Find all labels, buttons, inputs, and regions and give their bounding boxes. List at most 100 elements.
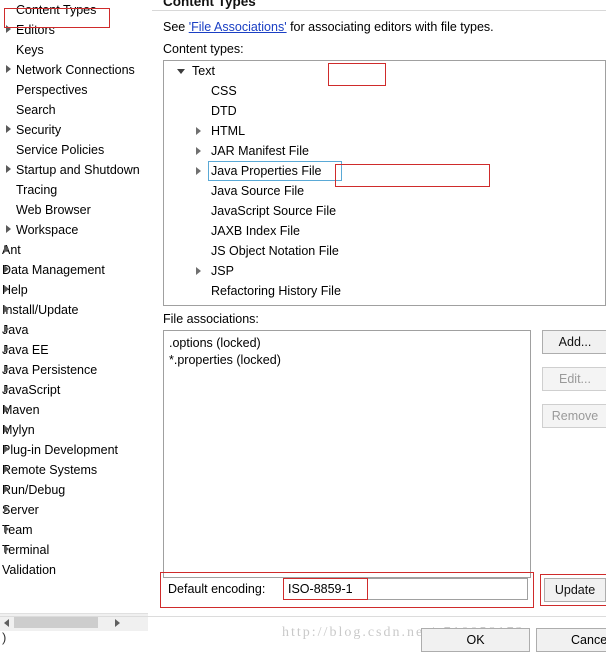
file-associations-label: File associations: <box>163 312 259 326</box>
chevron-right-icon[interactable] <box>4 385 9 393</box>
content-types-tree[interactable]: Text CSS DTD HTML JAR Manifest File Java Prop… <box>163 60 606 306</box>
scroll-left-arrow-icon[interactable] <box>4 619 9 627</box>
sidebar-item-validation[interactable]: Validation <box>0 560 148 580</box>
content-type-row[interactable]: JavaScript Source File <box>164 201 605 221</box>
chevron-right-icon[interactable] <box>196 167 201 175</box>
chevron-right-icon[interactable] <box>196 147 201 155</box>
chevron-right-icon[interactable] <box>4 265 9 273</box>
chevron-right-icon[interactable] <box>6 65 11 73</box>
content-type-label: Text <box>192 64 215 78</box>
content-types-label: Content types: <box>163 42 244 56</box>
sidebar-item-terminal[interactable]: Terminal <box>0 540 148 560</box>
sidebar-item-label: Startup and Shutdown <box>16 163 140 177</box>
sidebar-item-network-connections[interactable]: Network Connections <box>0 60 148 80</box>
sidebar-item-java-persistence[interactable]: Java Persistence <box>0 360 148 380</box>
content-type-row[interactable]: Refactoring History File <box>164 281 605 301</box>
sidebar-item-perspectives[interactable]: Perspectives <box>0 80 148 100</box>
hint-suffix: for associating editors with file types. <box>286 20 494 34</box>
sidebar-item-service-policies[interactable]: Service Policies <box>0 140 148 160</box>
sidebar-item-label: JavaScript <box>2 383 61 397</box>
chevron-down-icon[interactable] <box>177 69 185 74</box>
sidebar-item-java[interactable]: Java <box>0 320 148 340</box>
chevron-right-icon[interactable] <box>4 245 9 253</box>
file-associations-list[interactable]: .options (locked) *.properties (locked) <box>163 330 531 578</box>
content-type-row[interactable]: JAXB Index File <box>164 221 605 241</box>
chevron-right-icon[interactable] <box>6 125 11 133</box>
sidebar-item-javascript[interactable]: JavaScript <box>0 380 148 400</box>
sidebar-item-label: Perspectives <box>16 83 88 97</box>
chevron-right-icon[interactable] <box>4 285 9 293</box>
sidebar-item-java-ee[interactable]: Java EE <box>0 340 148 360</box>
sidebar-item-tracing[interactable]: Tracing <box>0 180 148 200</box>
sidebar-item-label: Keys <box>16 43 44 57</box>
content-type-row[interactable]: Text <box>164 61 605 81</box>
sidebar-item-help[interactable]: Help <box>0 280 148 300</box>
scrollbar-thumb[interactable] <box>14 617 98 628</box>
content-type-row[interactable]: JS Object Notation File <box>164 241 605 261</box>
chevron-right-icon[interactable] <box>4 485 9 493</box>
content-type-label: HTML <box>211 124 246 138</box>
chevron-right-icon[interactable] <box>4 465 9 473</box>
chevron-right-icon[interactable] <box>4 305 9 313</box>
sidebar-item-data-management[interactable]: Data Management <box>0 260 148 280</box>
content-type-row[interactable]: JAR Manifest File <box>164 141 605 161</box>
file-associations-hint: See 'File Associations' for associating … <box>163 20 494 34</box>
sidebar-item-search[interactable]: Search <box>0 100 148 120</box>
chevron-right-icon[interactable] <box>4 505 9 513</box>
chevron-right-icon[interactable] <box>4 445 9 453</box>
sidebar-item-startup-and-shutdown[interactable]: Startup and Shutdown <box>0 160 148 180</box>
chevron-right-icon[interactable] <box>4 325 9 333</box>
content-type-row[interactable]: Java Properties File <box>164 161 605 181</box>
sidebar-item-security[interactable]: Security <box>0 120 148 140</box>
default-encoding-input[interactable] <box>283 578 528 600</box>
chevron-right-icon[interactable] <box>6 225 11 233</box>
ok-button[interactable]: OK <box>421 628 530 652</box>
sidebar-item-label: Search <box>16 103 56 117</box>
sidebar-item-remote-systems[interactable]: Remote Systems <box>0 460 148 480</box>
sidebar-item-label: Plug-in Development <box>2 443 119 457</box>
add-button[interactable]: Add... <box>542 330 606 354</box>
sidebar-item-run-debug[interactable]: Run/Debug <box>0 480 148 500</box>
sidebar-item-mylyn[interactable]: Mylyn <box>0 420 148 440</box>
chevron-right-icon[interactable] <box>4 525 9 533</box>
chevron-right-icon[interactable] <box>6 165 11 173</box>
cancel-button[interactable]: Cancel <box>536 628 606 652</box>
sidebar-item-label: Tracing <box>16 183 58 197</box>
file-association-item[interactable]: .options (locked) <box>169 335 530 352</box>
sidebar-item-install-update[interactable]: Install/Update <box>0 300 148 320</box>
content-type-label: Java Properties File <box>211 164 322 178</box>
content-type-row[interactable]: DTD <box>164 101 605 121</box>
sidebar-item-label: Run/Debug <box>2 483 66 497</box>
scroll-right-arrow-icon[interactable] <box>115 619 120 627</box>
content-type-row[interactable]: HTML <box>164 121 605 141</box>
sidebar-item-plug-in-development[interactable]: Plug-in Development <box>0 440 148 460</box>
chevron-right-icon[interactable] <box>4 365 9 373</box>
sidebar-item-label: Data Management <box>2 263 105 277</box>
content-type-row[interactable]: JSP <box>164 261 605 281</box>
sidebar-item-team[interactable]: Team <box>0 520 148 540</box>
file-associations-link[interactable]: 'File Associations' <box>189 20 287 34</box>
sidebar-item-ant[interactable]: Ant <box>0 240 148 260</box>
update-button[interactable]: Update <box>544 578 606 602</box>
sidebar-item-label: Validation <box>2 563 56 577</box>
page-title: Content Types <box>163 0 256 9</box>
preferences-tree[interactable]: Content Types Editors Keys Network Connecti… <box>0 0 148 613</box>
chevron-right-icon[interactable] <box>4 405 9 413</box>
chevron-right-icon[interactable] <box>4 545 9 553</box>
sidebar-item-server[interactable]: Server <box>0 500 148 520</box>
sidebar-item-maven[interactable]: Maven <box>0 400 148 420</box>
chevron-right-icon[interactable] <box>196 127 201 135</box>
file-association-item[interactable]: *.properties (locked) <box>169 352 530 369</box>
content-type-row[interactable]: Java Source File <box>164 181 605 201</box>
sidebar-item-keys[interactable]: Keys <box>0 40 148 60</box>
chevron-right-icon[interactable] <box>196 267 201 275</box>
content-type-label: Refactoring History File <box>211 284 341 298</box>
chevron-right-icon[interactable] <box>4 425 9 433</box>
default-encoding-row: Default encoding: <box>163 575 534 605</box>
content-type-row[interactable]: CSS <box>164 81 605 101</box>
sidebar-item-web-browser[interactable]: Web Browser <box>0 200 148 220</box>
default-encoding-label: Default encoding: <box>168 582 266 596</box>
chevron-right-icon[interactable] <box>4 345 9 353</box>
sidebar-item-workspace[interactable]: Workspace <box>0 220 148 240</box>
remove-button: Remove <box>542 404 606 428</box>
